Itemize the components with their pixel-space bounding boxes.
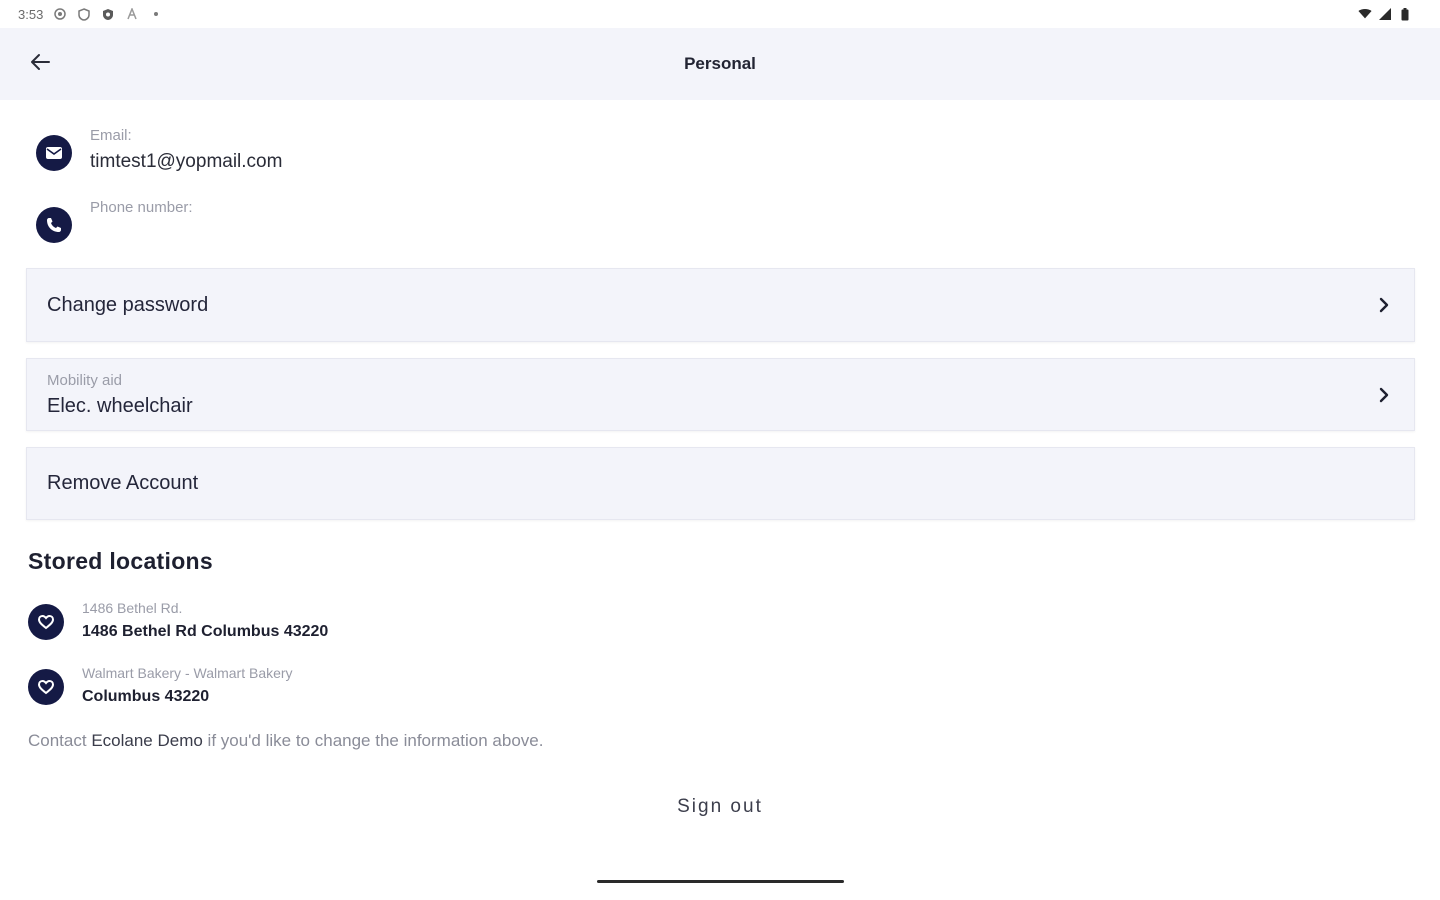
contact-note-prefix: Contact	[28, 731, 92, 750]
email-row: Email: timtest1@yopmail.com	[36, 127, 282, 173]
phone-text: Phone number:	[90, 199, 193, 223]
location-item[interactable]: Walmart Bakery - Walmart Bakery Columbus…	[28, 664, 293, 706]
mail-icon	[36, 135, 72, 171]
location-item[interactable]: 1486 Bethel Rd. 1486 Bethel Rd Columbus …	[28, 599, 328, 641]
location-address: Columbus 43220	[82, 688, 210, 705]
change-password-button[interactable]: Change password	[26, 268, 1415, 342]
location-label: 1486 Bethel Rd.	[82, 600, 183, 616]
location-label: Walmart Bakery - Walmart Bakery	[82, 665, 293, 681]
app-bar: Personal	[0, 28, 1440, 100]
chevron-right-icon	[1374, 385, 1394, 405]
sign-out-button[interactable]: Sign out	[620, 796, 820, 826]
remove-account-button[interactable]: Remove Account	[26, 447, 1415, 520]
settings-icon	[53, 7, 67, 21]
chevron-right-icon	[1374, 295, 1394, 315]
home-indicator[interactable]	[597, 880, 844, 883]
page-title: Personal	[684, 54, 756, 73]
mobility-aid-button[interactable]: Mobility aid Elec. wheelchair	[26, 358, 1415, 431]
dot-icon	[149, 7, 163, 21]
arrow-left-icon	[29, 53, 51, 76]
signal-icon	[1378, 7, 1392, 21]
shield-icon	[77, 7, 91, 21]
contact-note: Contact Ecolane Demo if you'd like to ch…	[28, 731, 543, 751]
remove-account-label: Remove Account	[47, 472, 199, 494]
heart-icon	[28, 669, 64, 705]
back-button[interactable]	[24, 50, 56, 78]
location-address: 1486 Bethel Rd Columbus 43220	[82, 623, 329, 640]
phone-label: Phone number:	[90, 199, 193, 216]
stored-locations-title: Stored locations	[28, 548, 213, 574]
status-left: 3:53	[18, 7, 163, 22]
wifi-icon	[1358, 7, 1372, 21]
mobility-aid-value: Elec. wheelchair	[47, 394, 193, 417]
shield-filled-icon	[101, 7, 115, 21]
status-time: 3:53	[18, 6, 44, 22]
contact-note-suffix: if you'd like to change the information …	[202, 731, 544, 750]
a-icon	[125, 7, 139, 21]
location-text: Walmart Bakery - Walmart Bakery Columbus…	[82, 664, 293, 706]
phone-row: Phone number:	[36, 199, 193, 243]
mobility-aid-text: Mobility aid Elec. wheelchair	[47, 372, 193, 418]
email-text: Email: timtest1@yopmail.com	[90, 127, 282, 173]
battery-icon	[1398, 7, 1412, 21]
status-right	[1358, 7, 1412, 21]
location-text: 1486 Bethel Rd. 1486 Bethel Rd Columbus …	[82, 599, 328, 641]
heart-icon	[28, 604, 64, 640]
contact-note-org: Ecolane Demo	[91, 731, 203, 750]
change-password-label: Change password	[47, 293, 209, 316]
phone-icon	[36, 207, 72, 243]
mobility-aid-label: Mobility aid	[47, 371, 123, 389]
email-label: Email:	[90, 127, 132, 144]
status-bar: 3:53	[0, 0, 1440, 28]
email-value: timtest1@yopmail.com	[90, 151, 283, 172]
